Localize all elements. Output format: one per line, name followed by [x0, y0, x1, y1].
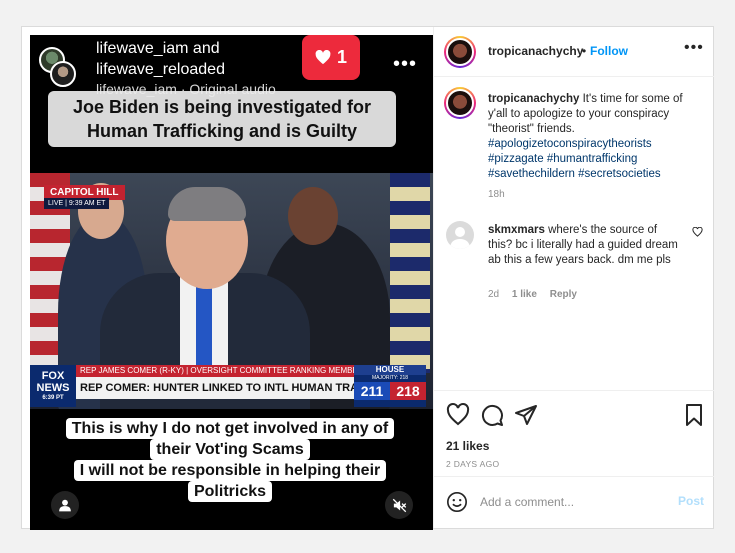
comment-likes[interactable]: 1 like [512, 289, 537, 300]
like-count[interactable]: 21 likes [446, 439, 489, 453]
caption-line: This is why I do not get involved in any… [65, 418, 395, 439]
commenter-avatar[interactable] [446, 221, 474, 249]
mute-icon [392, 498, 406, 512]
house-rep-count: 218 [390, 382, 426, 400]
reel-username-2[interactable]: lifewave_reloaded [96, 60, 225, 80]
speaker-hair [168, 187, 246, 221]
post-header: tropicanachychy • Follow ••• [434, 27, 714, 77]
comment-icon[interactable] [480, 403, 504, 427]
reel-header: lifewave_iam and lifewave_reloaded lifew… [30, 35, 433, 97]
background-person-right-head [288, 187, 338, 245]
house-dem-count: 211 [354, 382, 390, 400]
comment: skmxmars where's the source of this? bc … [488, 223, 684, 268]
hashtag[interactable]: #secretsocieties [578, 168, 660, 180]
caption-line: I will not be responsible in helping the… [73, 460, 387, 481]
post-caption: tropicanachychy It's time for some of y'… [488, 92, 702, 182]
video-caption-top: Joe Biden is being investigated for Huma… [48, 91, 396, 147]
reel-username-1[interactable]: lifewave_iam and [96, 39, 220, 59]
post-comment-button[interactable]: Post [678, 494, 704, 508]
post-actions: 21 likes 2 DAYS AGO [434, 390, 714, 476]
hashtag[interactable]: #pizzagate [488, 153, 544, 165]
post-timestamp: 2 DAYS AGO [446, 459, 500, 469]
emoji-icon[interactable] [446, 491, 468, 513]
like-badge-count: 1 [336, 47, 347, 67]
comment-input[interactable] [480, 491, 670, 513]
hashtag[interactable]: #humantrafficking [547, 153, 638, 165]
house-title: HOUSE [354, 365, 426, 375]
comment-meta: 2d 1 like Reply [488, 289, 587, 300]
house-majority: MAJORITY: 218 [371, 375, 409, 381]
header-separator: • [582, 44, 587, 58]
bookmark-icon[interactable] [682, 403, 706, 427]
reel-avatar-2[interactable] [50, 61, 76, 87]
like-notification-badge: 1 [302, 35, 360, 80]
reel-video[interactable]: CAPITOL HILL LIVE | 9:39 AM ET FOX NEWS … [30, 35, 433, 530]
author-username[interactable]: tropicanachychy [488, 44, 583, 58]
live-tag: LIVE | 9:39 AM ET [44, 198, 110, 209]
caption-username[interactable]: tropicanachychy [488, 93, 579, 105]
reel-more-icon[interactable]: ••• [393, 54, 417, 74]
chyron-headline: REP COMER: HUNTER LINKED TO INTL HUMAN T… [76, 377, 354, 399]
mute-button[interactable] [385, 491, 413, 519]
network-time: 6:39 PT [42, 395, 64, 401]
video-caption-bottom: This is why I do not get involved in any… [60, 418, 400, 502]
follow-button[interactable]: Follow [590, 44, 628, 58]
more-options-icon[interactable]: ••• [684, 39, 704, 57]
comment-reply-button[interactable]: Reply [550, 289, 577, 300]
house-tally: HOUSE MAJORITY: 218 211 218 [354, 365, 426, 407]
network-logo: FOX NEWS 6:39 PT [30, 365, 76, 407]
caption-line: Politricks [187, 481, 273, 502]
post-panel: tropicanachychy • Follow ••• tropicanach… [433, 27, 714, 528]
caption-timestamp: 18h [488, 189, 505, 200]
network-line1: FOX [41, 370, 65, 382]
caption-avatar[interactable] [444, 87, 476, 119]
post-card: CAPITOL HILL LIVE | 9:39 AM ET FOX NEWS … [21, 26, 714, 530]
hashtag[interactable]: #apologizetoconspiracytheorists [488, 138, 652, 150]
default-avatar-icon [450, 227, 470, 249]
comment-time: 2d [488, 289, 500, 300]
comment-username[interactable]: skmxmars [488, 224, 545, 236]
add-comment-bar: Post [434, 476, 714, 528]
chyron-subtitle: REP JAMES COMER (R-KY) | OVERSIGHT COMMI… [76, 365, 354, 377]
user-icon [59, 499, 71, 512]
author-avatar[interactable] [444, 36, 476, 68]
caption-line: their Vot'ing Scams [150, 439, 310, 460]
heart-icon [315, 50, 331, 65]
flag-right [390, 173, 430, 373]
share-icon[interactable] [514, 403, 538, 427]
comments-list[interactable]: tropicanachychy It's time for some of y'… [434, 77, 714, 390]
heart-icon[interactable] [446, 403, 470, 427]
hashtag[interactable]: #savethechildern [488, 168, 575, 180]
comment-like-icon[interactable] [692, 227, 703, 237]
network-line2: NEWS [36, 382, 70, 394]
tagged-users-button[interactable] [51, 491, 79, 519]
video-frame: CAPITOL HILL LIVE | 9:39 AM ET FOX NEWS … [30, 173, 433, 409]
